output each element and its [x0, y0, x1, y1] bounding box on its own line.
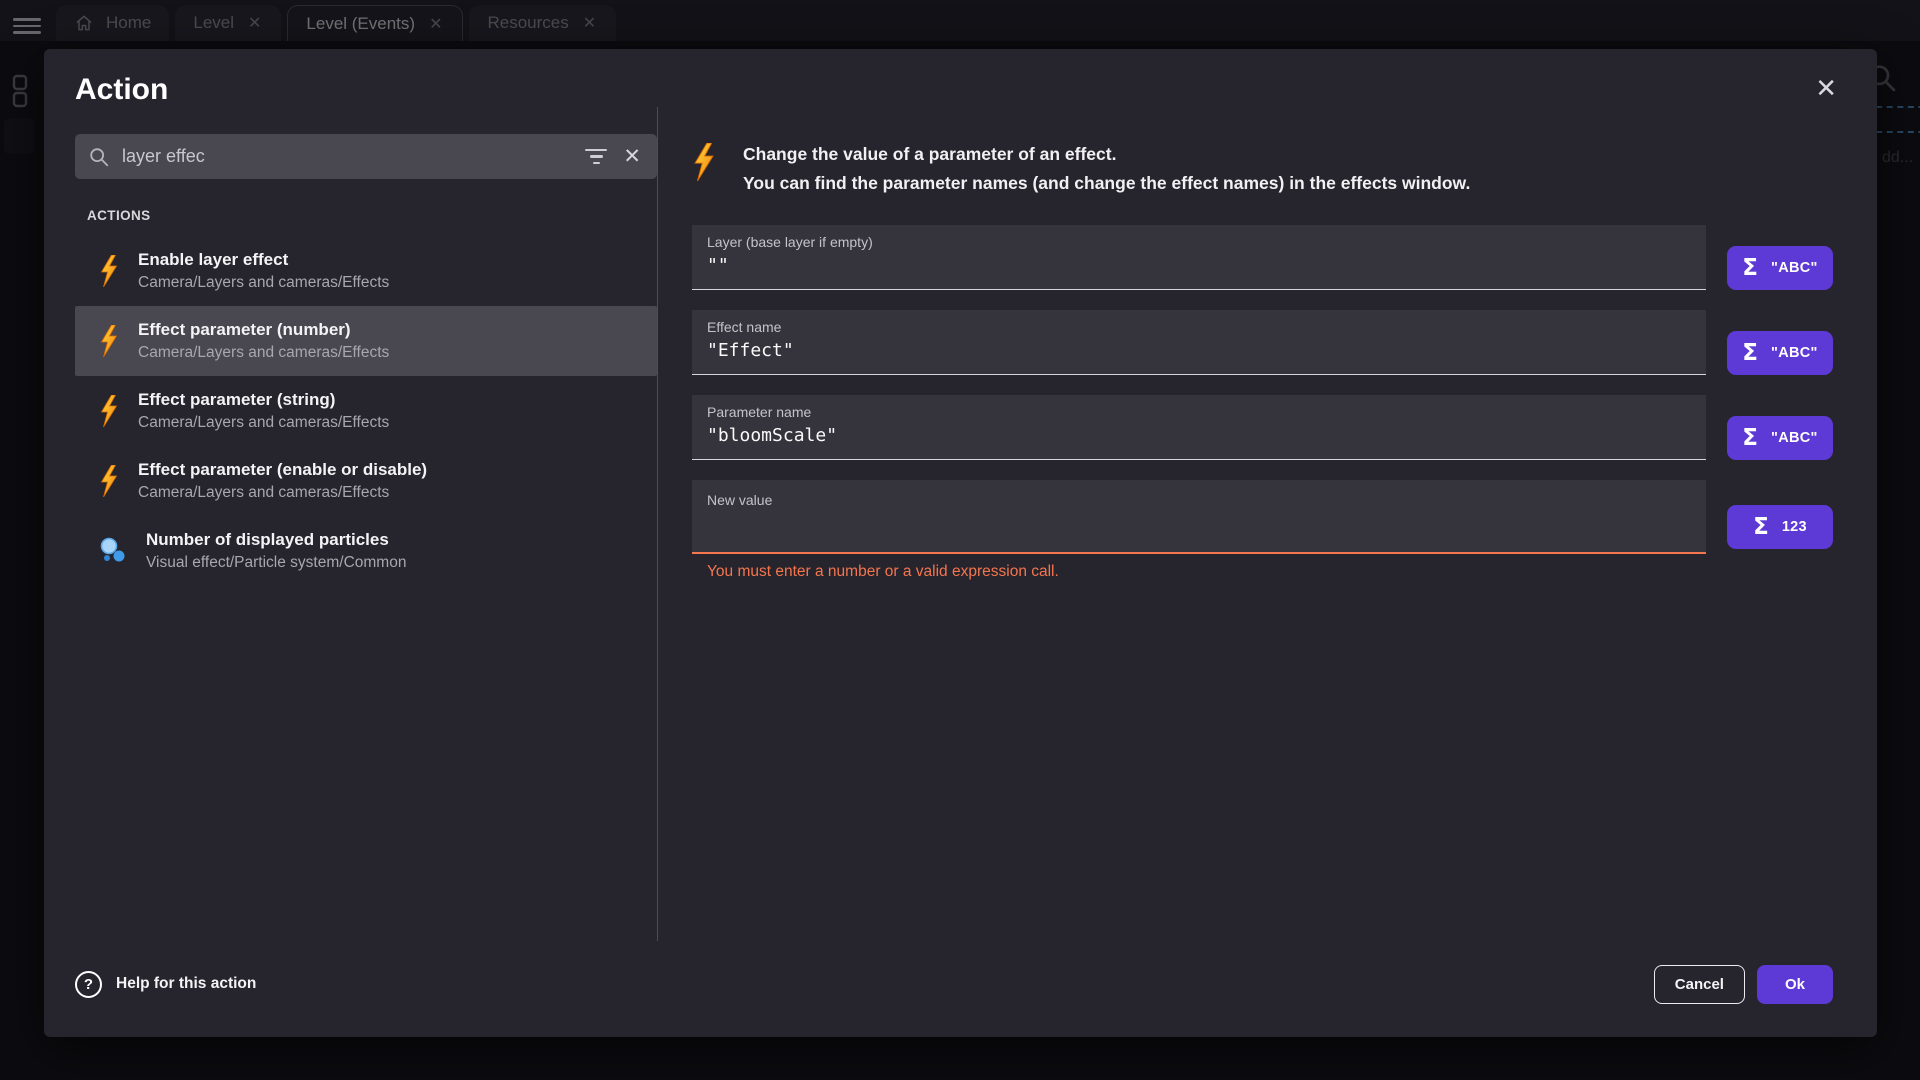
sigma-icon: Σ	[1753, 514, 1769, 540]
dialog-footer: ? Help for this action Cancel Ok	[44, 941, 1877, 1037]
action-path: Camera/Layers and cameras/Effects	[138, 274, 389, 292]
new-value-field[interactable]: New value	[692, 480, 1706, 554]
lightning-icon	[99, 395, 119, 427]
action-title: Effect parameter (string)	[138, 390, 389, 410]
ok-button[interactable]: Ok	[1757, 965, 1833, 1004]
sigma-button-label: "ABC"	[1771, 430, 1818, 446]
action-description: Change the value of a parameter of an ef…	[692, 140, 1833, 198]
parameter-name-field-input[interactable]: "bloomScale"	[707, 425, 1691, 449]
sigma-icon: Σ	[1742, 425, 1758, 451]
list-item-effect-parameter-string[interactable]: Effect parameter (string) Camera/Layers …	[75, 376, 657, 446]
sigma-button-label: "ABC"	[1771, 345, 1818, 361]
param-row-layer: Layer (base layer if empty) "" Σ "ABC"	[692, 225, 1833, 290]
field-label: Layer (base layer if empty)	[707, 234, 1691, 250]
particles-icon	[99, 537, 127, 565]
action-title: Number of displayed particles	[146, 530, 406, 550]
list-item-number-displayed-particles[interactable]: Number of displayed particles Visual eff…	[75, 516, 657, 586]
action-title: Enable layer effect	[138, 250, 389, 270]
clear-search-icon[interactable]: ✕	[620, 144, 644, 169]
action-path: Camera/Layers and cameras/Effects	[138, 344, 389, 362]
action-chooser-panel: ✕ ACTIONS Enable layer effect Camera/Lay…	[44, 107, 658, 941]
lightning-icon	[99, 465, 119, 497]
param-row-parameter-name: Parameter name "bloomScale" Σ "ABC"	[692, 395, 1833, 460]
expression-editor-button[interactable]: Σ "ABC"	[1727, 416, 1833, 460]
expression-editor-button[interactable]: Σ 123	[1727, 505, 1833, 549]
description-line: Change the value of a parameter of an ef…	[743, 140, 1470, 169]
sigma-icon: Σ	[1742, 255, 1758, 281]
parameter-name-field[interactable]: Parameter name "bloomScale"	[692, 395, 1706, 460]
dialog-header: Action ✕	[44, 49, 1877, 107]
action-list: Enable layer effect Camera/Layers and ca…	[75, 236, 657, 586]
expression-editor-button[interactable]: Σ "ABC"	[1727, 331, 1833, 375]
description-line: You can find the parameter names (and ch…	[743, 169, 1470, 198]
action-dialog: Action ✕ ✕ ACTIONS Enable layer effect C…	[44, 49, 1877, 1037]
search-bar: ✕	[75, 134, 657, 179]
list-item-enable-layer-effect[interactable]: Enable layer effect Camera/Layers and ca…	[75, 236, 657, 306]
action-path: Visual effect/Particle system/Common	[146, 554, 406, 572]
actions-section-label: ACTIONS	[87, 208, 657, 223]
validation-error-text: You must enter a number or a valid expre…	[707, 563, 1706, 581]
lightning-icon	[692, 143, 716, 181]
effect-name-field-input[interactable]: "Effect"	[707, 340, 1691, 364]
field-label: Parameter name	[707, 404, 1691, 420]
action-path: Camera/Layers and cameras/Effects	[138, 414, 389, 432]
help-icon: ?	[75, 971, 102, 998]
lightning-icon	[99, 325, 119, 357]
action-path: Camera/Layers and cameras/Effects	[138, 484, 427, 502]
sigma-icon: Σ	[1742, 340, 1758, 366]
field-label: New value	[707, 492, 1691, 508]
param-row-effect-name: Effect name "Effect" Σ "ABC"	[692, 310, 1833, 375]
new-value-field-input[interactable]	[707, 513, 1691, 537]
sigma-button-label: 123	[1782, 519, 1807, 535]
close-dialog-icon[interactable]: ✕	[1815, 75, 1837, 101]
cancel-button[interactable]: Cancel	[1654, 965, 1745, 1004]
action-configuration-panel: Change the value of a parameter of an ef…	[658, 107, 1877, 941]
parameter-fields: Layer (base layer if empty) "" Σ "ABC" E…	[692, 225, 1833, 581]
param-row-new-value: New value You must enter a number or a v…	[692, 480, 1833, 581]
search-input[interactable]	[122, 146, 572, 167]
list-item-effect-parameter-number[interactable]: Effect parameter (number) Camera/Layers …	[75, 306, 657, 376]
help-label: Help for this action	[116, 975, 256, 993]
help-link[interactable]: ? Help for this action	[75, 971, 256, 998]
search-icon	[88, 146, 110, 168]
expression-editor-button[interactable]: Σ "ABC"	[1727, 246, 1833, 290]
field-label: Effect name	[707, 319, 1691, 335]
layer-field-input[interactable]: ""	[707, 255, 1691, 279]
filter-icon[interactable]	[584, 148, 608, 166]
effect-name-field[interactable]: Effect name "Effect"	[692, 310, 1706, 375]
action-title: Effect parameter (enable or disable)	[138, 460, 427, 480]
dialog-title: Action	[75, 73, 1833, 107]
layer-field[interactable]: Layer (base layer if empty) ""	[692, 225, 1706, 290]
lightning-icon	[99, 255, 119, 287]
action-title: Effect parameter (number)	[138, 320, 389, 340]
list-item-effect-parameter-enable[interactable]: Effect parameter (enable or disable) Cam…	[75, 446, 657, 516]
sigma-button-label: "ABC"	[1771, 260, 1818, 276]
